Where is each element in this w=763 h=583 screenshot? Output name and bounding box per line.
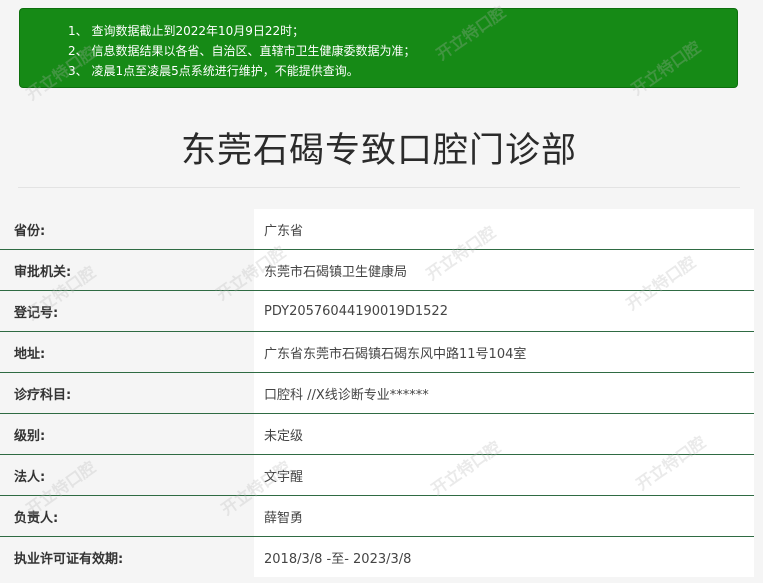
row-label: 级别: (0, 414, 254, 454)
row-label: 省份: (0, 209, 254, 249)
notice-line: 2、 信息数据结果以各省、自治区、直辖市卫生健康委数据为准； (68, 44, 416, 58)
table-row: 诊疗科目: 口腔科 //X线诊断专业****** (0, 373, 754, 414)
row-value: 口腔科 //X线诊断专业****** (254, 373, 754, 413)
row-value: 东莞市石碣镇卫生健康局 (254, 250, 754, 290)
row-label: 登记号: (0, 291, 254, 331)
table-row: 法人: 文宇醒 (0, 455, 754, 496)
table-row: 登记号: PDY20576044190019D1522 (0, 291, 754, 332)
row-label: 负责人: (0, 496, 254, 536)
table-row: 负责人: 薛智勇 (0, 496, 754, 537)
table-row: 地址: 广东省东莞市石碣镇石碣东风中路11号104室 (0, 332, 754, 373)
row-value: 广东省 (254, 209, 754, 249)
info-table: 省份: 广东省 审批机关: 东莞市石碣镇卫生健康局 登记号: PDY205760… (0, 209, 754, 577)
title-divider (18, 187, 740, 188)
notice-line: 1、 查询数据截止到2022年10月9日22时； (68, 24, 305, 38)
row-value: PDY20576044190019D1522 (254, 291, 754, 331)
table-row: 审批机关: 东莞市石碣镇卫生健康局 (0, 250, 754, 291)
row-label: 审批机关: (0, 250, 254, 290)
table-row: 级别: 未定级 (0, 414, 754, 455)
row-label: 法人: (0, 455, 254, 495)
row-label: 执业许可证有效期: (0, 537, 254, 577)
notice-line: 3、 凌晨1点至凌晨5点系统进行维护，不能提供查询。 (68, 64, 359, 78)
page-title: 东莞石碣专致口腔门诊部 (180, 131, 577, 171)
row-value: 文宇醒 (254, 455, 754, 495)
row-label: 诊疗科目: (0, 373, 254, 413)
row-label: 地址: (0, 332, 254, 372)
notice-banner: 1、 查询数据截止到2022年10月9日22时； 2、 信息数据结果以各省、自治… (19, 8, 738, 88)
table-row: 省份: 广东省 (0, 209, 754, 250)
row-value: 广东省东莞市石碣镇石碣东风中路11号104室 (254, 332, 754, 372)
row-value: 未定级 (254, 414, 754, 454)
row-value: 2018/3/8 -至- 2023/3/8 (254, 537, 754, 577)
table-row: 执业许可证有效期: 2018/3/8 -至- 2023/3/8 (0, 537, 754, 577)
page: 1、 查询数据截止到2022年10月9日22时； 2、 信息数据结果以各省、自治… (0, 0, 763, 583)
row-value: 薛智勇 (254, 496, 754, 536)
